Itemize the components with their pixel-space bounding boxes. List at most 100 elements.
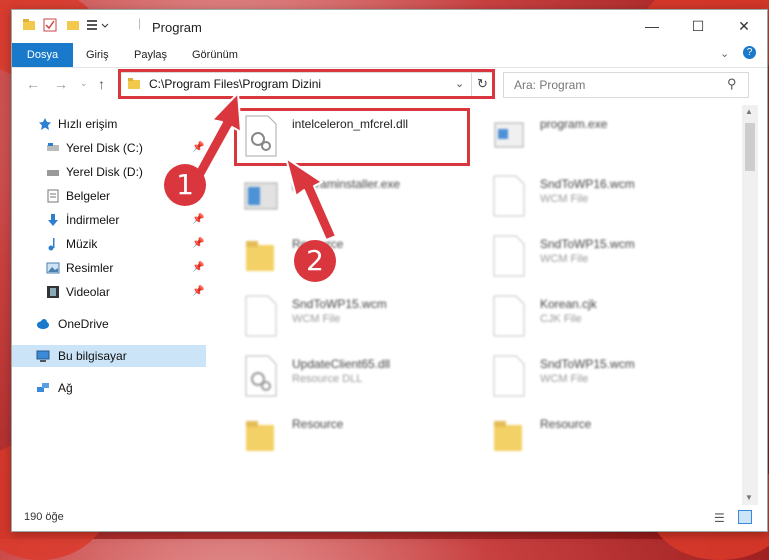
file-type: Resource DLL bbox=[292, 373, 363, 385]
address-highlight-box bbox=[118, 69, 495, 99]
sidebar-item-label: Hızlı erişim bbox=[58, 117, 118, 131]
help-icon[interactable]: ? bbox=[743, 46, 756, 59]
dll-file-icon bbox=[245, 355, 277, 397]
document-icon bbox=[47, 189, 59, 203]
sidebar-item-label: Videolar bbox=[66, 285, 110, 299]
large-icons-view-icon[interactable] bbox=[738, 510, 752, 524]
file-list: intelceleron_mfcrel.dll program.exe prog… bbox=[222, 105, 742, 505]
file-item[interactable]: SndToWP15.wcm WCM File bbox=[480, 351, 725, 401]
file-item[interactable]: Korean.cjk CJK File bbox=[480, 291, 725, 341]
step-badge-1: 1 bbox=[164, 164, 206, 206]
file-type: WCM File bbox=[540, 253, 589, 265]
up-arrow-icon[interactable]: ↑ bbox=[98, 76, 105, 92]
new-folder-icon[interactable] bbox=[66, 18, 80, 35]
file-name: SndToWP16.wcm bbox=[540, 177, 635, 191]
pin-icon[interactable]: 📌 bbox=[192, 209, 204, 231]
window-title: Program bbox=[152, 20, 202, 35]
file-item[interactable]: Resource bbox=[232, 231, 477, 281]
ribbon-tabs: Dosya Giriş Paylaş Görünüm ⌄ ? bbox=[12, 43, 767, 68]
sidebar-item-muzik[interactable]: Müzik 📌 bbox=[12, 233, 206, 255]
folder-icon bbox=[494, 421, 522, 451]
file-name: program.exe bbox=[540, 117, 608, 131]
music-icon bbox=[48, 238, 55, 251]
search-box[interactable]: Ara: Program ⚲ bbox=[503, 72, 749, 98]
pin-icon[interactable]: 📌 bbox=[192, 257, 204, 279]
tab-dosya[interactable]: Dosya bbox=[12, 43, 73, 67]
scrollbar-thumb[interactable] bbox=[745, 123, 755, 171]
sidebar-item-label: Müzik bbox=[66, 237, 98, 251]
chevron-down-icon[interactable]: ⌄ bbox=[720, 47, 729, 60]
file-type: WCM File bbox=[540, 373, 589, 385]
generic-file-icon bbox=[245, 295, 277, 337]
properties-icon[interactable] bbox=[43, 18, 57, 35]
generic-file-icon bbox=[493, 295, 525, 337]
title-separator: | bbox=[138, 16, 142, 30]
forward-arrow-icon[interactable]: → bbox=[54, 76, 68, 92]
scroll-up-icon[interactable]: ▲ bbox=[745, 107, 753, 116]
file-name: SndToWP15.wcm bbox=[292, 297, 387, 311]
file-item[interactable]: UpdateClient65.dll Resource DLL bbox=[232, 351, 477, 401]
minimize-button[interactable]: — bbox=[629, 10, 675, 43]
step-badge-2: 2 bbox=[294, 240, 336, 282]
search-placeholder: Ara: Program bbox=[514, 78, 586, 92]
sidebar-item-indirmeler[interactable]: İndirmeler 📌 bbox=[12, 209, 206, 231]
navigation-bar: ← → ⌄ ↑ C:\Program Files\Program Dizini … bbox=[12, 68, 767, 100]
file-name: programinstaller.exe bbox=[292, 177, 401, 191]
back-arrow-icon[interactable]: ← bbox=[26, 76, 40, 92]
sidebar-item-label: Bu bilgisayar bbox=[58, 349, 127, 363]
video-icon bbox=[47, 286, 59, 298]
download-icon bbox=[48, 214, 58, 226]
sidebar-item-label: OneDrive bbox=[58, 317, 109, 331]
item-count: 190 öğe bbox=[24, 511, 64, 523]
details-view-icon[interactable]: ☰ bbox=[714, 511, 725, 525]
sidebar-item-quick-access[interactable]: Hızlı erişim bbox=[12, 113, 206, 135]
folder-icon bbox=[22, 18, 36, 35]
pin-icon[interactable]: 📌 bbox=[192, 137, 204, 159]
file-item[interactable]: programinstaller.exe bbox=[232, 171, 477, 221]
file-name: SndToWP15.wcm bbox=[540, 357, 635, 371]
sidebar-item-local-disk-c[interactable]: Yerel Disk (C:) 📌 bbox=[12, 137, 206, 159]
file-name: Korean.cjk bbox=[540, 297, 597, 311]
pictures-icon bbox=[46, 262, 60, 274]
exe-file-icon bbox=[244, 182, 278, 210]
pin-icon[interactable]: 📌 bbox=[192, 281, 204, 303]
sidebar-item-network[interactable]: Ağ bbox=[12, 377, 206, 399]
file-name: SndToWP15.wcm bbox=[540, 237, 635, 251]
file-item[interactable]: SndToWP16.wcm WCM File bbox=[480, 171, 725, 221]
file-type: WCM File bbox=[292, 313, 341, 325]
recent-locations-icon[interactable]: ⌄ bbox=[80, 78, 88, 89]
star-icon bbox=[39, 118, 51, 130]
sidebar-item-onedrive[interactable]: OneDrive bbox=[12, 313, 206, 335]
sidebar-item-this-pc[interactable]: Bu bilgisayar bbox=[12, 345, 206, 367]
maximize-button[interactable]: ☐ bbox=[675, 10, 721, 43]
folder-icon bbox=[246, 241, 274, 271]
explorer-window: | Program — ☐ ✕ Dosya Giriş Paylaş Görün… bbox=[12, 10, 767, 531]
vertical-scrollbar[interactable]: ▲ ▼ bbox=[742, 105, 758, 505]
sidebar-item-label: İndirmeler bbox=[66, 213, 120, 227]
folder-icon bbox=[246, 421, 274, 451]
exe-file-icon bbox=[494, 122, 524, 148]
customize-toolbar-icon[interactable] bbox=[86, 18, 114, 35]
sidebar-item-videolar[interactable]: Videolar 📌 bbox=[12, 281, 206, 303]
close-button[interactable]: ✕ bbox=[721, 10, 767, 43]
file-type: WCM File bbox=[540, 193, 589, 205]
cloud-icon bbox=[37, 319, 49, 329]
file-item[interactable]: Resource bbox=[480, 411, 725, 461]
tab-paylas[interactable]: Paylaş bbox=[132, 43, 169, 67]
sidebar-item-label: Belgeler bbox=[66, 189, 111, 203]
file-item[interactable]: SndToWP15.wcm WCM File bbox=[480, 231, 725, 281]
sidebar-item-label: Yerel Disk (D:) bbox=[66, 165, 143, 179]
file-item[interactable]: program.exe bbox=[480, 111, 725, 161]
sidebar-item-resimler[interactable]: Resimler 📌 bbox=[12, 257, 206, 279]
drive-icon bbox=[47, 143, 59, 151]
sidebar-item-label: Yerel Disk (C:) bbox=[66, 141, 143, 155]
tab-giris[interactable]: Giriş bbox=[84, 43, 111, 67]
scroll-down-icon[interactable]: ▼ bbox=[745, 493, 753, 502]
sidebar-item-label: Resimler bbox=[66, 261, 114, 275]
file-type: CJK File bbox=[540, 313, 582, 325]
title-bar: | Program — ☐ ✕ bbox=[12, 10, 767, 43]
file-item[interactable]: Resource bbox=[232, 411, 477, 461]
pin-icon[interactable]: 📌 bbox=[192, 233, 204, 255]
tab-gorunum[interactable]: Görünüm bbox=[190, 43, 240, 67]
file-item[interactable]: SndToWP15.wcm WCM File bbox=[232, 291, 477, 341]
